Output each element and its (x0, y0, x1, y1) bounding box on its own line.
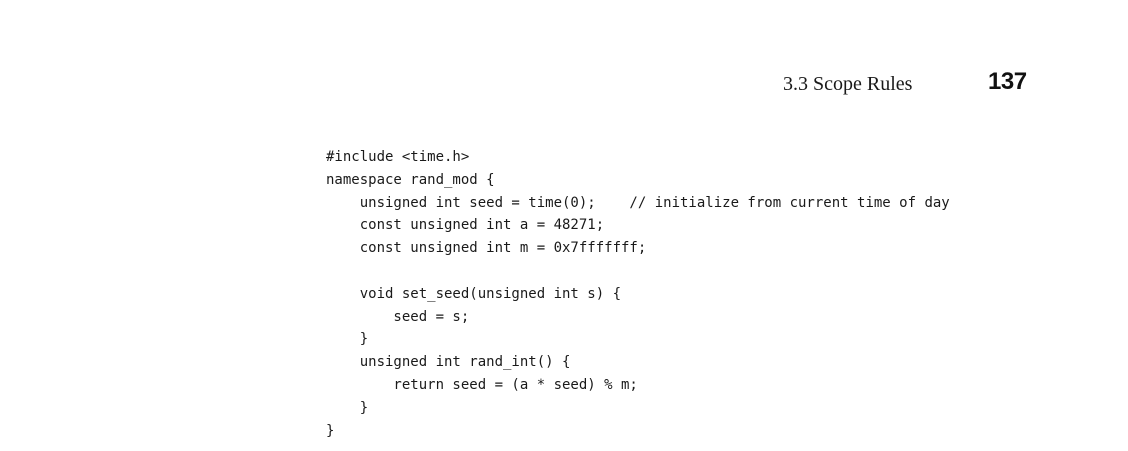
code-line: return seed = (a * seed) % m; (326, 376, 638, 393)
page-number: 137 (988, 68, 1027, 95)
code-line: } (326, 399, 369, 416)
running-head: 3.3 Scope Rules 137 (0, 68, 1128, 98)
code-line: seed = s; (326, 308, 470, 325)
code-line: } (326, 331, 369, 348)
code-listing: #include <time.h> namespace rand_mod { u… (326, 146, 950, 442)
code-line: #include <time.h> (326, 149, 470, 165)
section-title: 3.3 Scope Rules (783, 73, 913, 95)
code-line: } (326, 422, 335, 439)
code-line: const unsigned int a = 48271; (326, 217, 605, 234)
code-line: unsigned int rand_int() { (326, 354, 571, 371)
code-line: const unsigned int m = 0x7fffffff; (326, 240, 647, 257)
code-line: void set_seed(unsigned int s) { (326, 285, 622, 302)
code-line: unsigned int seed = time(0); // initiali… (326, 194, 950, 211)
code-line: namespace rand_mod { (326, 171, 495, 188)
